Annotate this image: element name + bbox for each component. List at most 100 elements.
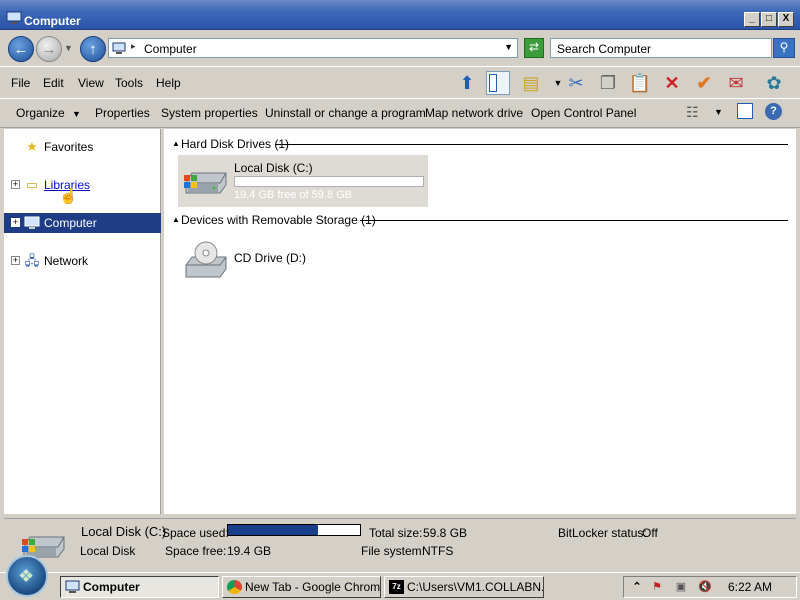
file-system-value: NTFS: [422, 544, 454, 558]
computer-icon: [24, 216, 40, 229]
open-control-panel-button[interactable]: Open Control Panel: [531, 106, 636, 120]
folders-pane-icon[interactable]: [486, 71, 510, 95]
network-icon: 🖧: [24, 253, 40, 268]
search-input[interactable]: Search Computer: [550, 38, 772, 58]
properties-button[interactable]: Properties: [95, 106, 150, 120]
drive-c-name: Local Disk (C:): [234, 161, 313, 175]
group-header-hard-disks[interactable]: Hard Disk Drives (1): [181, 137, 289, 151]
taskbar-item-label: C:\Users\VM1.COLLABN...: [407, 580, 544, 594]
address-toolbar: ← → ▼ ↑ ▸ Computer ▼ ⇄ Search Computer ⚲: [0, 30, 800, 66]
file-system-label: File system:: [361, 544, 426, 558]
close-button[interactable]: X: [778, 12, 794, 27]
system-properties-button[interactable]: System properties: [161, 106, 258, 120]
cut-icon[interactable]: ✂: [564, 71, 588, 95]
paste-icon[interactable]: 📋: [628, 71, 652, 95]
search-button[interactable]: ⚲: [773, 38, 795, 58]
refresh-button[interactable]: ⇄: [524, 38, 544, 58]
menu-help[interactable]: Help: [156, 76, 181, 90]
arrow-left-icon: ←: [13, 41, 29, 58]
bitlocker-label: BitLocker status:: [558, 526, 647, 540]
chrome-icon: [227, 580, 242, 594]
action-center-icon[interactable]: ⚑: [650, 580, 664, 594]
collapse-icon[interactable]: ▲: [172, 215, 180, 224]
undo-check-icon[interactable]: ✔: [692, 71, 716, 95]
group-header-removable[interactable]: Devices with Removable Storage (1): [181, 213, 376, 227]
delete-icon[interactable]: ✕: [660, 71, 684, 95]
star-icon: ★: [26, 139, 38, 154]
windows-logo-icon: ❖: [18, 566, 35, 586]
view-options-icon[interactable]: ☷: [686, 104, 699, 121]
navigation-pane: ★ Favorites + ▭ Libraries ☝ + Computer +…: [4, 129, 161, 514]
total-size-label: Total size:: [369, 526, 423, 540]
nav-favorites[interactable]: ★ Favorites: [4, 137, 161, 157]
help-icon[interactable]: ?: [765, 103, 782, 120]
menu-tools[interactable]: Tools: [115, 76, 143, 90]
back-button[interactable]: ←: [8, 36, 34, 62]
drive-d-tile[interactable]: CD Drive (D:): [178, 233, 328, 285]
taskbar-item-label: New Tab - Google Chrome: [245, 580, 381, 594]
nav-computer-label: Computer: [44, 216, 97, 230]
copy-icon[interactable]: ❐: [596, 71, 620, 95]
content-pane: ▲ Hard Disk Drives (1) Local Disk (C:) 1…: [164, 129, 796, 514]
taskbar-item-7zip[interactable]: 7z C:\Users\VM1.COLLABN...: [384, 576, 544, 598]
volume-muted-icon[interactable]: 🔇: [698, 580, 712, 594]
up-folder-icon[interactable]: ⬆: [455, 71, 479, 95]
computer-icon: [6, 11, 22, 24]
expand-icon[interactable]: +: [11, 180, 20, 189]
organize-button[interactable]: Organize ▼: [16, 106, 81, 120]
taskbar-item-chrome[interactable]: New Tab - Google Chrome: [222, 576, 381, 598]
uninstall-program-button[interactable]: Uninstall or change a program: [265, 106, 426, 120]
menu-view[interactable]: View: [78, 76, 104, 90]
windows-orb-icon: ✿: [766, 73, 782, 93]
nav-libraries[interactable]: + ▭ Libraries ☝: [4, 175, 161, 205]
address-bar[interactable]: ▸ Computer ▼: [108, 38, 518, 58]
system-tray: ⌃ ⚑ ▣ 🔇 6:22 AM: [623, 576, 797, 598]
folder-options-icon[interactable]: ▤: [519, 71, 543, 95]
computer-icon: [112, 42, 126, 54]
taskbar-item-label: Computer: [83, 580, 140, 594]
space-free-label: Space free:: [165, 544, 227, 558]
show-hidden-icons-icon[interactable]: ⌃: [630, 580, 644, 594]
start-button[interactable]: ❖: [6, 555, 48, 597]
menu-file[interactable]: File: [11, 76, 30, 90]
map-network-drive-button[interactable]: Map network drive: [425, 106, 523, 120]
email-icon[interactable]: ✉: [724, 71, 748, 95]
drive-d-name: CD Drive (D:): [234, 251, 306, 265]
7zip-icon: 7z: [389, 580, 404, 594]
up-button[interactable]: ↑: [80, 36, 106, 62]
preview-pane-icon[interactable]: [737, 103, 753, 119]
space-used-bar: [227, 524, 361, 536]
nav-network[interactable]: + 🖧 Network: [4, 251, 161, 271]
bitlocker-value: Off: [642, 526, 658, 540]
maximize-button[interactable]: □: [761, 12, 777, 27]
address-dropdown-icon[interactable]: ▼: [504, 42, 513, 52]
space-free-value: 19.4 GB: [227, 544, 272, 558]
address-location[interactable]: Computer: [144, 42, 197, 56]
space-used-label: Space used:: [162, 526, 229, 540]
collapse-icon[interactable]: ▲: [172, 139, 180, 148]
drive-c-free-text: 19.4 GB free of 59.8 GB: [234, 189, 353, 201]
search-icon: ⚲: [779, 40, 789, 54]
computer-icon: [65, 580, 80, 593]
recent-pages-dropdown[interactable]: ▼: [64, 43, 73, 53]
nav-network-label: Network: [44, 254, 89, 268]
window-title: Computer: [24, 14, 81, 28]
expand-icon[interactable]: +: [11, 256, 20, 265]
taskbar-item-computer[interactable]: Computer: [60, 576, 219, 598]
taskbar: ❖ Computer New Tab - Google Chrome 7z C:…: [0, 555, 800, 600]
forward-button[interactable]: →: [36, 36, 62, 62]
nav-computer[interactable]: + Computer: [4, 213, 161, 233]
space-used-fill: [228, 525, 318, 535]
breadcrumb-chevron-icon[interactable]: ▸: [131, 41, 136, 52]
menu-edit[interactable]: Edit: [43, 76, 64, 90]
expand-icon[interactable]: +: [11, 218, 20, 227]
minimize-button[interactable]: _: [744, 12, 760, 27]
chevron-down-icon: ▼: [72, 109, 81, 119]
network-status-icon[interactable]: ▣: [674, 580, 688, 594]
title-bar[interactable]: Computer _ □ X: [0, 0, 800, 30]
drive-c-capacity-fill: [235, 177, 363, 186]
drive-c-tile[interactable]: Local Disk (C:) 19.4 GB free of 59.8 GB: [178, 155, 428, 207]
view-dropdown-icon[interactable]: ▼: [714, 107, 723, 117]
clock[interactable]: 6:22 AM: [728, 580, 772, 594]
arrow-right-icon: →: [41, 41, 57, 58]
